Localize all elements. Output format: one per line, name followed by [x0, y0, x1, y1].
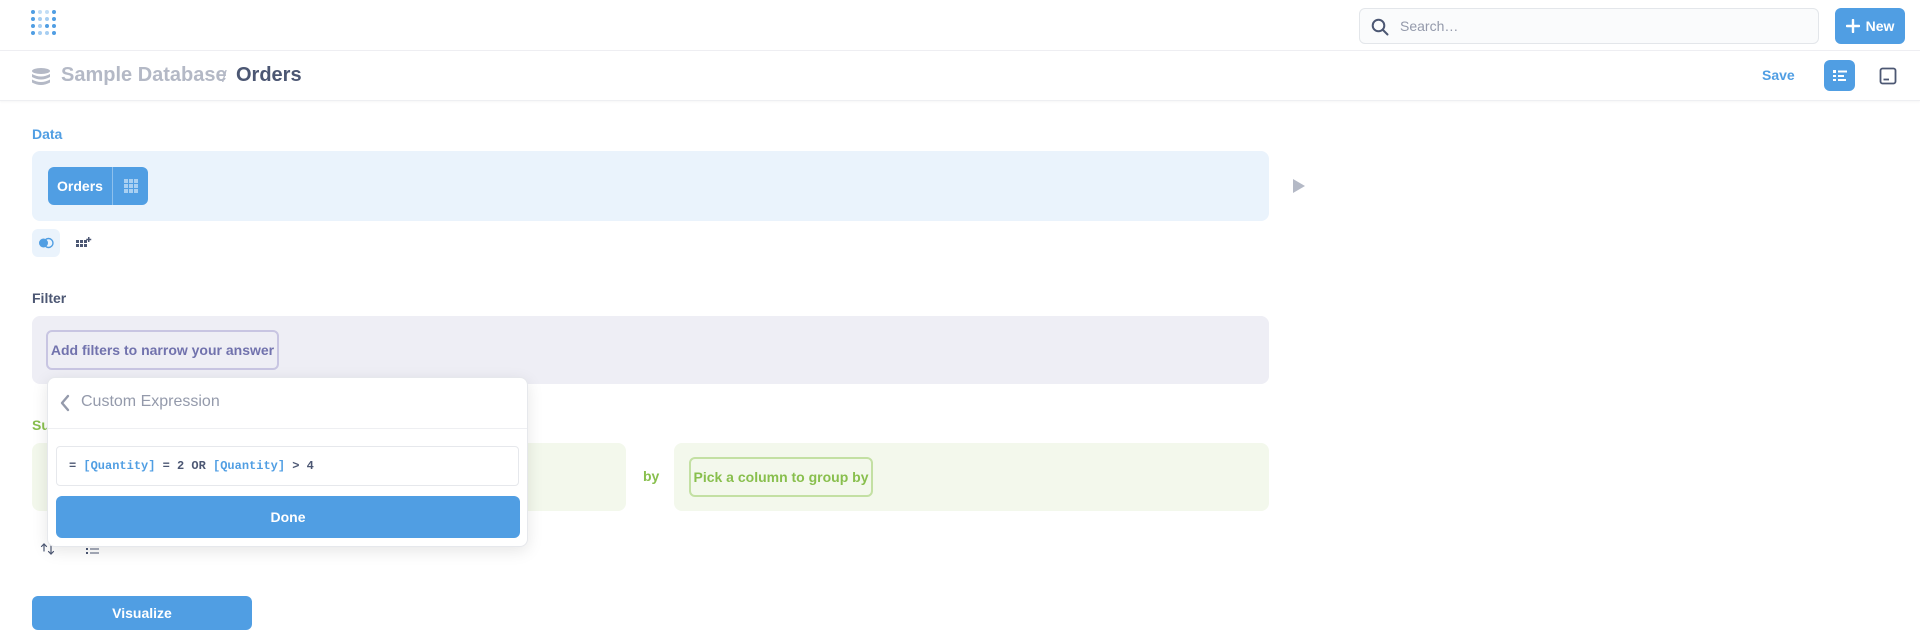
join-icon [39, 237, 54, 249]
filter-step-title: Filter [32, 290, 67, 306]
chevron-left-icon[interactable] [59, 394, 71, 412]
expression-field-token: [Quantity] [83, 459, 156, 473]
query-header: Sample Database / Orders Save [0, 51, 1920, 101]
expression-prefix: = [69, 459, 84, 473]
metabase-logo-icon[interactable] [30, 9, 58, 39]
done-button[interactable]: Done [56, 496, 520, 538]
table-picker-label[interactable]: Orders [48, 167, 113, 205]
search-icon [1371, 18, 1389, 36]
search-bar[interactable] [1359, 8, 1819, 44]
top-nav: New [0, 0, 1920, 51]
pick-group-by-button[interactable]: Pick a column to group by [689, 457, 873, 497]
expression-field-token: [Quantity] [213, 459, 286, 473]
console-icon [1879, 67, 1896, 84]
visualize-button[interactable]: Visualize [32, 596, 252, 630]
custom-column-icon [76, 237, 92, 247]
popover-back-header[interactable]: Custom Expression [48, 378, 527, 429]
search-input[interactable] [1400, 9, 1810, 43]
notebook-icon [1832, 69, 1847, 81]
add-filter-button[interactable]: Add filters to narrow your answer [46, 330, 279, 370]
popover-title: Custom Expression [81, 393, 220, 410]
expression-editor[interactable]: = [Quantity] = 2 OR [Quantity] > 4 [56, 446, 519, 486]
breadcrumb-separator: / [222, 67, 227, 86]
breadcrumb-table[interactable]: Orders [236, 64, 302, 87]
expression-suffix: > 4 [285, 459, 314, 473]
grid-icon [123, 179, 138, 193]
expression-operator: = 2 OR [155, 459, 214, 473]
data-step-title: Data [32, 126, 63, 142]
notebook-toggle-button[interactable] [1824, 60, 1855, 91]
data-step-box [32, 151, 1269, 221]
save-button[interactable]: Save [1762, 67, 1795, 83]
custom-column-button[interactable] [70, 229, 98, 257]
join-data-button[interactable] [32, 229, 60, 257]
play-icon[interactable] [1292, 178, 1306, 194]
plus-icon [1845, 19, 1860, 33]
new-button[interactable]: New [1835, 8, 1905, 44]
column-picker-button[interactable] [113, 167, 148, 205]
breadcrumb-database[interactable]: Sample Database [61, 64, 227, 87]
new-button-label: New [1865, 18, 1895, 34]
table-picker-button[interactable]: Orders [48, 167, 148, 205]
group-by-label: by [643, 468, 660, 484]
database-icon [32, 68, 50, 85]
custom-expression-popover: Custom Expression = [Quantity] = 2 OR [Q… [47, 377, 528, 547]
console-button[interactable] [1872, 60, 1903, 91]
